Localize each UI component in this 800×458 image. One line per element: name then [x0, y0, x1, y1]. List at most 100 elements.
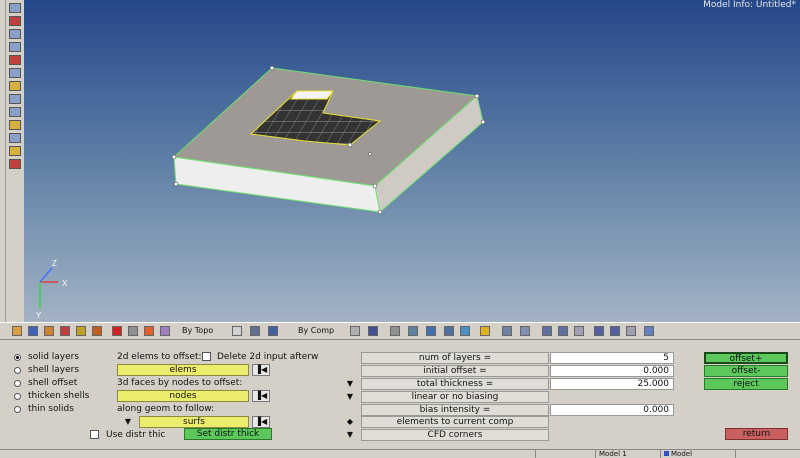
mask-icon[interactable] — [9, 16, 21, 26]
numbers-icon[interactable] — [9, 94, 21, 104]
axis-y-label: Y — [36, 311, 42, 320]
return-button[interactable]: return — [725, 428, 788, 440]
reject-button[interactable]: reject — [704, 378, 788, 390]
find-icon[interactable] — [144, 326, 154, 336]
model-tab-label: Model — [671, 450, 693, 458]
view-icon[interactable] — [9, 3, 21, 13]
nodes-selector[interactable]: nodes — [117, 390, 249, 402]
rotate-icon[interactable] — [9, 68, 21, 78]
delete-2d-label: Delete 2d input afterw — [217, 352, 319, 362]
measure-icon[interactable] — [9, 120, 21, 130]
delete-2d-checkbox[interactable] — [202, 352, 211, 361]
elems-selector[interactable]: elems — [117, 364, 249, 376]
plane-icon[interactable] — [408, 326, 418, 336]
unmeshed-notch — [290, 90, 334, 100]
node — [173, 181, 179, 187]
light-icon[interactable] — [9, 81, 21, 91]
star-icon[interactable] — [480, 326, 490, 336]
undo-icon[interactable] — [574, 326, 584, 336]
minus-icon[interactable] — [594, 326, 604, 336]
plus-icon[interactable] — [610, 326, 620, 336]
total-thickness-input[interactable]: 25.000 — [550, 378, 674, 390]
by-topo-dropdown[interactable]: By Topo — [182, 326, 213, 335]
select-icon[interactable] — [160, 326, 170, 336]
delete-icon[interactable] — [112, 326, 122, 336]
model-1-tab[interactable]: Model 1 — [595, 450, 657, 458]
radio-shell-offset[interactable] — [14, 380, 21, 387]
comp-toggle-arrow[interactable]: ◆ — [345, 417, 355, 426]
surfs-reset-button[interactable]: ▐◀ — [252, 416, 270, 428]
biasing-dropdown-arrow[interactable]: ▼ — [345, 392, 355, 401]
mesh-style-icon[interactable] — [44, 326, 54, 336]
cfd-corners-selector[interactable]: CFD corners — [361, 429, 549, 441]
offset-minus-button[interactable]: offset- — [704, 365, 788, 377]
redo-icon[interactable] — [626, 326, 636, 336]
geom-follow-label: along geom to follow: — [117, 404, 215, 414]
features-icon[interactable] — [92, 326, 102, 336]
node — [474, 93, 480, 99]
left-icon-bar — [6, 0, 24, 322]
window-icon[interactable] — [9, 159, 21, 169]
plot-icon[interactable] — [9, 107, 21, 117]
line-icon[interactable] — [390, 326, 400, 336]
set-distr-thick-button[interactable]: Set distr thick — [184, 428, 272, 440]
radio-shell-offset-label: shell offset — [28, 378, 78, 388]
faces-by-nodes-label: 3d faces by nodes to offset: — [117, 378, 243, 388]
nodes-reset-button[interactable]: ▐◀ — [252, 390, 270, 402]
delete-icon[interactable] — [9, 55, 21, 65]
shade-icon[interactable] — [9, 42, 21, 52]
surfs-selector[interactable]: surfs — [139, 416, 249, 428]
radio-thin-solids-label: thin solids — [28, 404, 74, 414]
model-view: X Y Z — [36, 65, 486, 320]
node — [269, 65, 275, 71]
display-icon[interactable] — [9, 29, 21, 39]
element-color-icon[interactable] — [60, 326, 70, 336]
mask-icon[interactable] — [128, 326, 138, 336]
radio-solid-layers[interactable] — [14, 354, 21, 361]
model-tab[interactable]: Model — [660, 450, 735, 458]
arrow-left-icon[interactable] — [542, 326, 552, 336]
status-cell — [535, 450, 595, 458]
radio-shell-layers[interactable] — [14, 367, 21, 374]
status-bar: Model 1 Model — [0, 449, 800, 458]
solid-icon[interactable] — [268, 326, 278, 336]
graphics-viewport[interactable]: Model Info: Untitled* X Y Z — [24, 0, 800, 322]
elements-to-comp-selector[interactable]: elements to current comp — [361, 416, 549, 428]
shrink-icon[interactable] — [76, 326, 86, 336]
by-comp-dropdown[interactable]: By Comp — [298, 326, 334, 335]
axis-x-label: X — [62, 279, 68, 288]
surfs-dropdown-arrow[interactable]: ▼ — [123, 417, 133, 426]
section-icon[interactable] — [426, 326, 436, 336]
elems-reset-button[interactable]: ▐◀ — [252, 364, 270, 376]
fit-icon[interactable] — [644, 326, 654, 336]
shaded-elements-icon[interactable] — [368, 326, 378, 336]
radio-shell-layers-label: shell layers — [28, 365, 80, 375]
color-icon[interactable] — [12, 326, 22, 336]
monitor-icon[interactable] — [444, 326, 454, 336]
use-distr-checkbox[interactable] — [90, 430, 99, 439]
main-toolbar: By Topo By Comp — [0, 322, 800, 340]
node — [372, 183, 378, 189]
biasing-selector[interactable]: linear or no biasing — [361, 391, 549, 403]
surface-icon[interactable] — [250, 326, 260, 336]
shaded-icon[interactable] — [28, 326, 38, 336]
chart-icon[interactable] — [9, 146, 21, 156]
use-distr-label: Use distr thic — [106, 430, 166, 440]
radio-thicken-shells[interactable] — [14, 393, 21, 400]
bias-intensity-input[interactable]: 0.000 — [550, 404, 674, 416]
num-layers-input[interactable]: 5 — [550, 352, 674, 364]
cfd-dropdown-arrow[interactable]: ▼ — [345, 430, 355, 439]
grid-icon[interactable] — [502, 326, 512, 336]
link-icon[interactable] — [520, 326, 530, 336]
initial-offset-input[interactable]: 0.000 — [550, 365, 674, 377]
model-color-icon — [664, 451, 669, 456]
radio-thin-solids[interactable] — [14, 406, 21, 413]
arrow-right-icon[interactable] — [558, 326, 568, 336]
status-cell-end — [735, 450, 800, 458]
offset-plus-button[interactable]: offset+ — [704, 352, 788, 364]
page-icon[interactable] — [9, 133, 21, 143]
topology-icon[interactable] — [232, 326, 242, 336]
thickness-dropdown-arrow[interactable]: ▼ — [345, 379, 355, 388]
wireframe-icon[interactable] — [350, 326, 360, 336]
display-icon[interactable] — [460, 326, 470, 336]
